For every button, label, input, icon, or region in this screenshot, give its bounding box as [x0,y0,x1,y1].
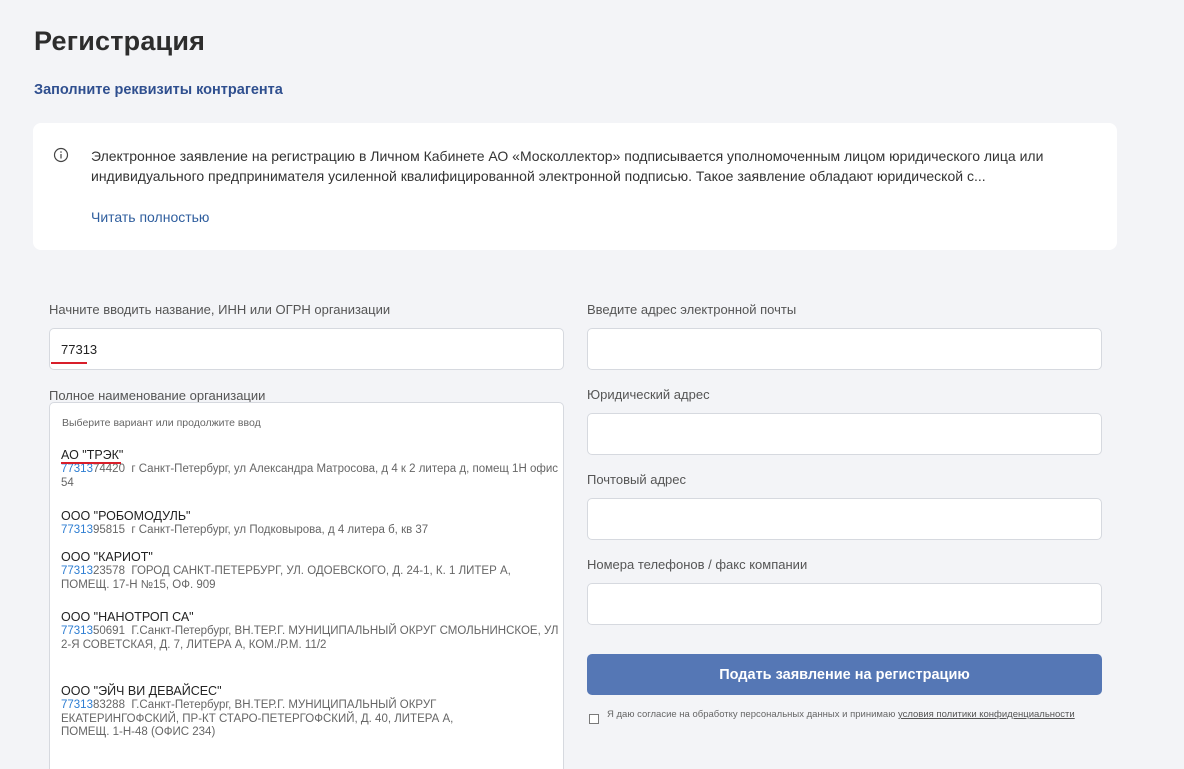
phones-label: Номера телефонов / факс компании [587,557,808,572]
suggestion-detail: 7731395815 г Санкт-Петербург, ул Подковы… [61,524,559,538]
suggestion-name: ООО "НАНОТРОП СА" [61,610,194,624]
dropdown-hint: Выберите вариант или продолжите ввод [62,417,261,429]
suggestion-detail: 7731383288 Г.Санкт-Петербург, ВН.ТЕР.Г. … [61,699,501,740]
phones-input[interactable] [588,584,1101,624]
suggestion-item[interactable]: ООО "НАНОТРОП СА" 7731350691 Г.Санкт-Пет… [61,610,559,652]
suggestion-item[interactable]: ООО "КАРИОТ" 7731323578 ГОРОД САНКТ-ПЕТЕ… [61,550,559,592]
inn-match: 77313 [61,699,93,711]
suggestion-item[interactable]: АО "ТРЭК" 7731374420 г Санкт-Петербург, … [61,448,559,490]
read-more-link[interactable]: Читать полностью [91,209,209,225]
suggestion-name: АО "ТРЭК" [61,448,124,462]
suggestion-name: ООО "ЭЙЧ ВИ ДЕВАЙСЕС" [61,684,222,698]
info-text: Электронное заявление на регистрацию в Л… [91,148,1044,184]
suggestion-name: ООО "РОБОМОДУЛЬ" [61,509,191,523]
suggestion-address: Г.Санкт-Петербург, ВН.ТЕР.Г. МУНИЦИПАЛЬН… [61,625,559,651]
inn-match: 77313 [61,625,93,637]
inn-rest: 50691 [92,625,125,637]
legal-address-field[interactable] [587,413,1102,455]
selected-highlight-underline [61,462,121,464]
submit-registration-button[interactable]: Подать заявление на регистрацию [587,654,1102,695]
inn-match: 77313 [61,463,93,475]
consent-label: Я даю согласие на обработку персональных… [607,709,898,720]
privacy-policy-link[interactable]: условия политики конфиденциальности [898,709,1075,720]
legal-address-input[interactable] [588,414,1101,454]
consent-text: Я даю согласие на обработку персональных… [607,709,1077,721]
inn-rest: 74420 [92,463,125,475]
email-field[interactable] [587,328,1102,370]
inn-rest: 95815 [92,524,125,536]
postal-address-field[interactable] [587,498,1102,540]
suggestion-detail: 7731323578 ГОРОД САНКТ-ПЕТЕРБУРГ, УЛ. ОД… [61,565,541,592]
suggestion-address: г Санкт-Петербург, ул Александра Матросо… [61,463,558,489]
suggestion-address: ГОРОД САНКТ-ПЕТЕРБУРГ, УЛ. ОДОЕВСКОГО, Д… [61,565,511,591]
inn-match: 77313 [61,524,93,536]
page-subtitle: Заполните реквизиты контрагента [34,82,283,98]
info-icon [53,147,69,163]
page-title: Регистрация [34,26,206,56]
postal-address-label: Почтовый адрес [587,472,686,487]
search-field[interactable] [49,328,564,370]
search-highlight-underline [51,362,87,364]
inn-match: 77313 [61,565,93,577]
search-label: Начните вводить название, ИНН или ОГРН о… [49,302,391,317]
email-input[interactable] [588,329,1101,369]
phones-field[interactable] [587,583,1102,625]
suggestion-detail: 7731374420 г Санкт-Петербург, ул Алексан… [61,463,559,490]
search-input[interactable] [50,329,563,369]
inn-rest: 83288 [92,699,125,711]
suggestion-item[interactable]: ООО "ЭЙЧ ВИ ДЕВАЙСЕС" 7731383288 Г.Санкт… [61,684,559,740]
email-label: Введите адрес электронной почты [587,302,797,317]
inn-rest: 23578 [92,565,125,577]
organization-suggestions: Выберите вариант или продолжите ввод АО … [49,402,564,769]
suggestion-item[interactable]: ООО "РОБОМОДУЛЬ" 7731395815 г Санкт-Пете… [61,509,559,538]
info-card: Электронное заявление на регистрацию в Л… [33,123,1117,250]
full-name-label: Полное наименование организации [49,388,266,403]
suggestion-address: г Санкт-Петербург, ул Подковырова, д 4 л… [131,524,429,536]
postal-address-input[interactable] [588,499,1101,539]
suggestion-name: ООО "КАРИОТ" [61,550,153,564]
legal-address-label: Юридический адрес [587,387,710,402]
suggestion-detail: 7731350691 Г.Санкт-Петербург, ВН.ТЕР.Г. … [61,625,559,652]
consent-checkbox[interactable] [589,714,599,724]
